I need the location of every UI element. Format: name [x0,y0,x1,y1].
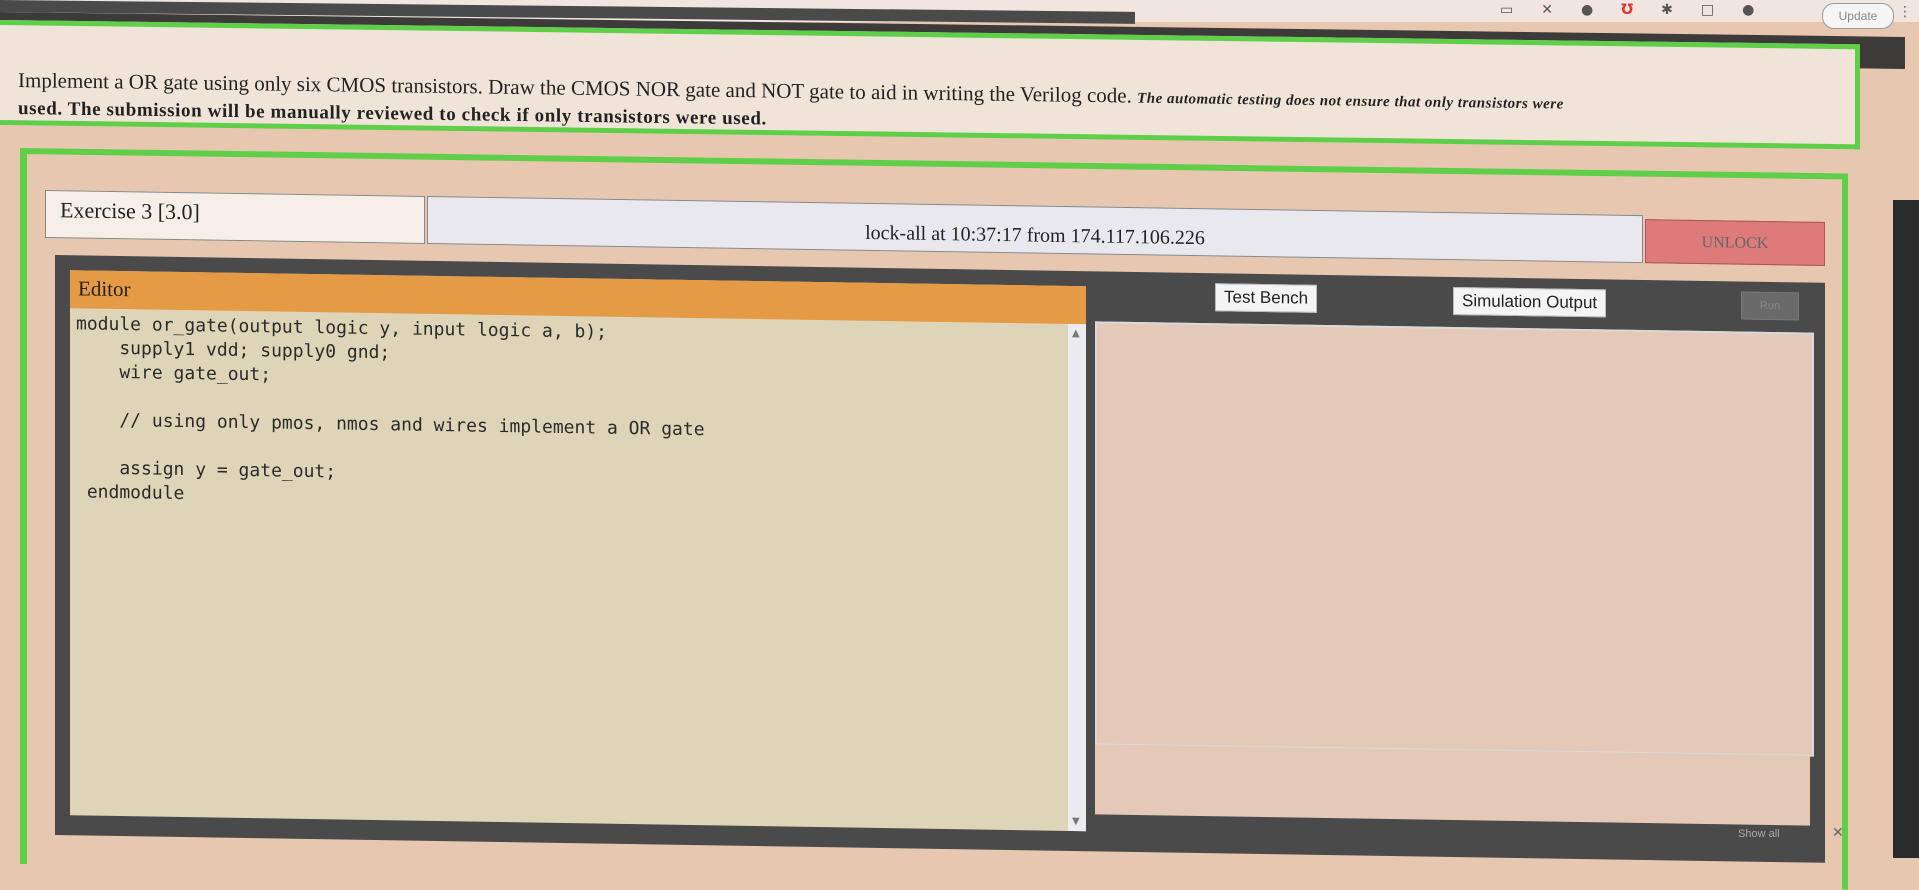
close-icon[interactable]: ✕ [1832,825,1844,841]
profile-avatar[interactable]: ● [1742,2,1754,18]
browser-toolbar-icons: ▭ ✕ ● Ʊ ✱ □ ● [1500,2,1754,18]
code-editor[interactable]: module or_gate(output logic y, input log… [70,308,1086,524]
question-warning: The automatic testing does not ensure th… [1137,90,1564,113]
unlock-button[interactable]: UNLOCK [1645,219,1825,266]
simulation-output-area[interactable] [1095,321,1814,757]
scroll-up-icon[interactable]: ▲ [1072,328,1080,339]
run-button[interactable]: Run [1741,291,1799,321]
scroll-down-icon[interactable]: ▼ [1072,816,1080,827]
tab-test-bench[interactable]: Test Bench [1215,283,1318,313]
exercise-title: Exercise 3 [3.0] [45,190,425,244]
tab-simulation-output[interactable]: Simulation Output [1453,286,1607,318]
editor-panel: Editor module or_gate(output logic y, in… [70,270,1086,832]
output-footer [1095,744,1810,826]
extension-icon[interactable]: Ʊ [1621,2,1633,18]
extension-icon[interactable]: ✕ [1541,2,1553,18]
sidebar-icon[interactable]: □ [1701,2,1714,18]
extension-icon[interactable]: ▭ [1500,2,1513,18]
output-panel: Test Bench Simulation Output Run [1095,271,1825,862]
screen-edge [1893,200,1919,858]
update-button[interactable]: Update [1822,3,1894,29]
show-all-link[interactable]: Show all [1738,828,1780,840]
workspace: Editor module or_gate(output logic y, in… [55,255,1825,863]
extension-icon[interactable]: ● [1581,2,1593,18]
editor-scrollbar[interactable]: ▲ ▼ [1068,323,1086,832]
puzzle-icon[interactable]: ✱ [1661,2,1673,18]
browser-menu-icon[interactable]: ⋮ [1898,4,1912,20]
